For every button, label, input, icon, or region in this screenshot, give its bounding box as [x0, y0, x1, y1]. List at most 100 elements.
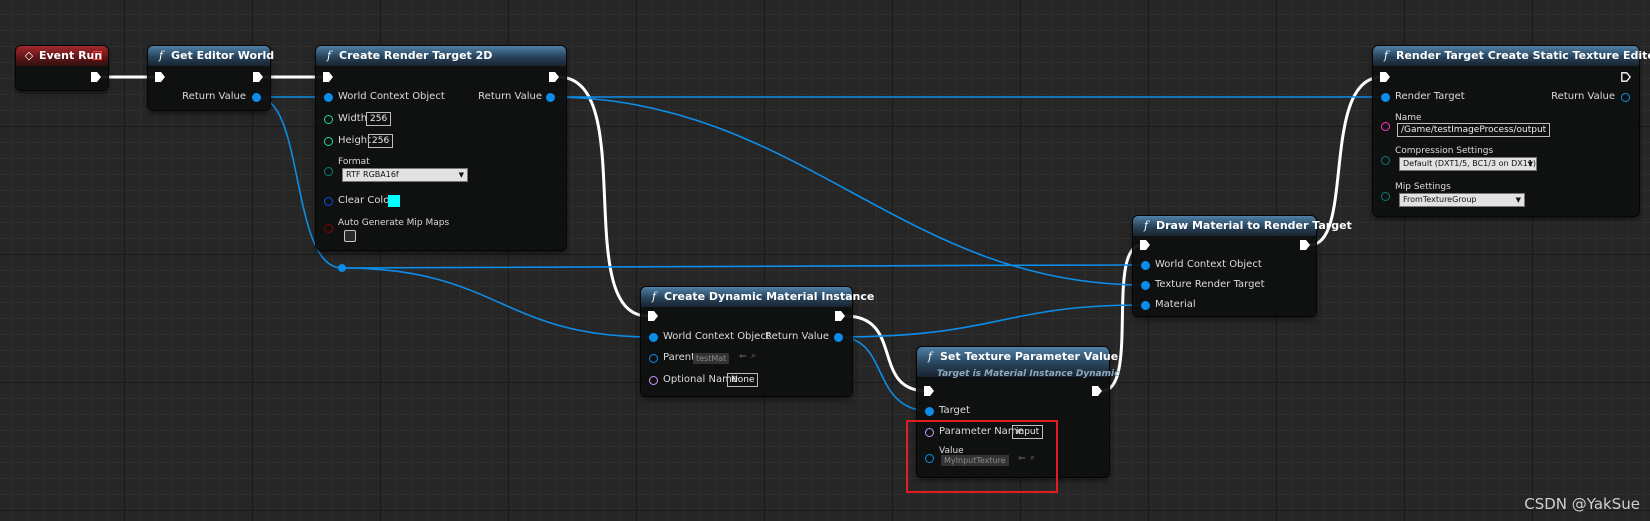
- world-context-label: World Context Object: [338, 91, 445, 102]
- function-icon: f: [158, 49, 164, 62]
- world-context-pin[interactable]: [1141, 261, 1150, 270]
- height-input[interactable]: 256: [368, 134, 394, 148]
- create-render-target-2d-node[interactable]: f Create Render Target 2D World Context O…: [316, 46, 566, 250]
- clear-color-swatch[interactable]: [388, 195, 400, 207]
- create-dmi-header: f Create Dynamic Material Instance: [641, 287, 874, 307]
- height-pin[interactable]: [324, 137, 333, 146]
- return-value-pin[interactable]: [1621, 93, 1630, 102]
- render-target-pin[interactable]: [1381, 93, 1390, 102]
- material-label: Material: [1155, 299, 1196, 310]
- world-context-pin[interactable]: [649, 333, 658, 342]
- event-run-node[interactable]: ◇ Event Run: [16, 46, 108, 90]
- mip-settings-label: Mip Settings: [1395, 182, 1451, 192]
- exec-in-pin[interactable]: [1380, 72, 1390, 82]
- function-icon: f: [1383, 49, 1389, 62]
- optional-name-input[interactable]: None: [727, 373, 759, 387]
- exec-wire-dmi-to-settex: [843, 314, 929, 393]
- watermark: CSDN @YakSue: [1524, 495, 1640, 513]
- exec-out-pin[interactable]: [91, 72, 101, 82]
- draw-material-title: Draw Material to Render Target: [1156, 219, 1352, 232]
- optional-name-pin[interactable]: [649, 376, 658, 385]
- return-value-label: Return Value: [182, 91, 246, 102]
- exec-in-pin[interactable]: [648, 311, 658, 321]
- render-target-create-static-texture-node[interactable]: f Render Target Create Static Texture Edi…: [1373, 46, 1650, 216]
- compression-pin[interactable]: [1381, 156, 1390, 165]
- create-dynamic-material-instance-node[interactable]: f Create Dynamic Material Instance World …: [641, 287, 874, 396]
- target-label: Target: [939, 405, 970, 416]
- width-pin[interactable]: [324, 115, 333, 124]
- chevron-down-icon: ▼: [1515, 196, 1521, 204]
- return-value-pin[interactable]: [834, 333, 843, 342]
- render-target-label: Render Target: [1395, 91, 1465, 102]
- mip-settings-dropdown[interactable]: FromTextureGroup ▼: [1399, 193, 1525, 207]
- create-render-target-title: Create Render Target 2D: [339, 49, 493, 62]
- world-context-label: World Context Object: [663, 331, 770, 342]
- blueprint-graph-canvas[interactable]: ◇ Event Run f Get Editor World Return Valu…: [0, 0, 1650, 521]
- event-delegate-pin[interactable]: [93, 51, 102, 60]
- exec-out-pin[interactable]: [253, 72, 263, 82]
- render-target-static-title: Render Target Create Static Texture Edit…: [1396, 49, 1650, 62]
- chevron-down-icon: ▼: [1527, 160, 1533, 168]
- function-icon: f: [1143, 219, 1149, 232]
- browse-search-icon[interactable]: ⌕: [751, 351, 756, 361]
- wire-dmi-to-draw-material: [838, 304, 1144, 338]
- parent-asset-picker[interactable]: testMat: [693, 353, 730, 364]
- name-pin[interactable]: [1381, 122, 1390, 131]
- get-editor-world-header: f Get Editor World: [148, 46, 274, 66]
- return-value-label: Return Value: [1551, 91, 1615, 102]
- return-value-pin[interactable]: [546, 93, 555, 102]
- target-pin[interactable]: [925, 407, 934, 416]
- auto-mips-label: Auto Generate Mip Maps: [338, 218, 450, 228]
- set-texture-param-header: f Set Texture Parameter Value Target is M…: [917, 347, 1119, 379]
- exec-out-pin[interactable]: [1300, 240, 1310, 250]
- format-dropdown[interactable]: RTF RGBA16f ▼: [342, 168, 468, 182]
- exec-out-pin-unconnected[interactable]: [1621, 72, 1631, 82]
- auto-mips-checkbox[interactable]: [344, 230, 356, 242]
- format-value: RTF RGBA16f: [346, 170, 399, 179]
- wire-reroute-to-draw-context: [341, 264, 1144, 269]
- get-editor-world-title: Get Editor World: [171, 49, 275, 62]
- name-input[interactable]: /Game/testImageProcess/output: [1397, 123, 1551, 137]
- wire-rt-to-draw-texture-target: [550, 96, 1144, 286]
- width-label: Width: [338, 113, 368, 124]
- exec-in-pin[interactable]: [155, 72, 165, 82]
- mip-settings-pin[interactable]: [1381, 192, 1390, 201]
- selection-highlight-box: [906, 420, 1058, 493]
- reroute-node: [338, 264, 346, 272]
- material-pin[interactable]: [1141, 301, 1150, 310]
- create-render-target-header: f Create Render Target 2D: [316, 46, 566, 66]
- world-context-label: World Context Object: [1155, 259, 1262, 270]
- height-label: Height: [338, 135, 372, 146]
- parent-label: Parent: [663, 352, 696, 363]
- texture-render-target-label: Texture Render Target: [1155, 279, 1265, 290]
- texture-render-target-pin[interactable]: [1141, 281, 1150, 290]
- use-selected-arrow-icon[interactable]: ⇐: [739, 352, 747, 362]
- format-pin[interactable]: [324, 167, 333, 176]
- return-value-label: Return Value: [765, 331, 829, 342]
- exec-in-pin[interactable]: [1140, 240, 1150, 250]
- set-texture-param-subtitle: Target is Material Instance Dynamic: [937, 369, 1120, 379]
- exec-in-pin[interactable]: [924, 386, 934, 396]
- get-editor-world-node[interactable]: f Get Editor World Return Value: [148, 46, 274, 110]
- format-label: Format: [338, 157, 370, 167]
- function-icon: f: [651, 290, 657, 303]
- compression-value: Default (DXT1/5, BC1/3 on DX11): [1403, 159, 1537, 168]
- event-diamond-icon: ◇: [24, 49, 34, 62]
- exec-out-pin[interactable]: [1092, 386, 1102, 396]
- compression-label: Compression Settings: [1395, 146, 1494, 156]
- exec-in-pin[interactable]: [323, 72, 333, 82]
- exec-out-pin[interactable]: [549, 72, 559, 82]
- parent-pin[interactable]: [649, 354, 658, 363]
- compression-dropdown[interactable]: Default (DXT1/5, BC1/3 on DX11) ▼: [1399, 157, 1537, 171]
- draw-material-header: f Draw Material to Render Target: [1133, 216, 1352, 236]
- exec-wire-create-rt-to-dmi: [556, 75, 650, 318]
- draw-material-to-render-target-node[interactable]: f Draw Material to Render Target World Co…: [1133, 216, 1352, 316]
- return-value-pin[interactable]: [252, 93, 261, 102]
- set-texture-param-title: Set Texture Parameter Value: [940, 350, 1119, 363]
- exec-out-pin[interactable]: [835, 311, 845, 321]
- chevron-down-icon: ▼: [458, 171, 464, 179]
- clear-color-pin[interactable]: [324, 197, 333, 206]
- auto-mips-pin[interactable]: [324, 224, 333, 233]
- width-input[interactable]: 256: [366, 112, 392, 126]
- world-context-pin[interactable]: [324, 93, 333, 102]
